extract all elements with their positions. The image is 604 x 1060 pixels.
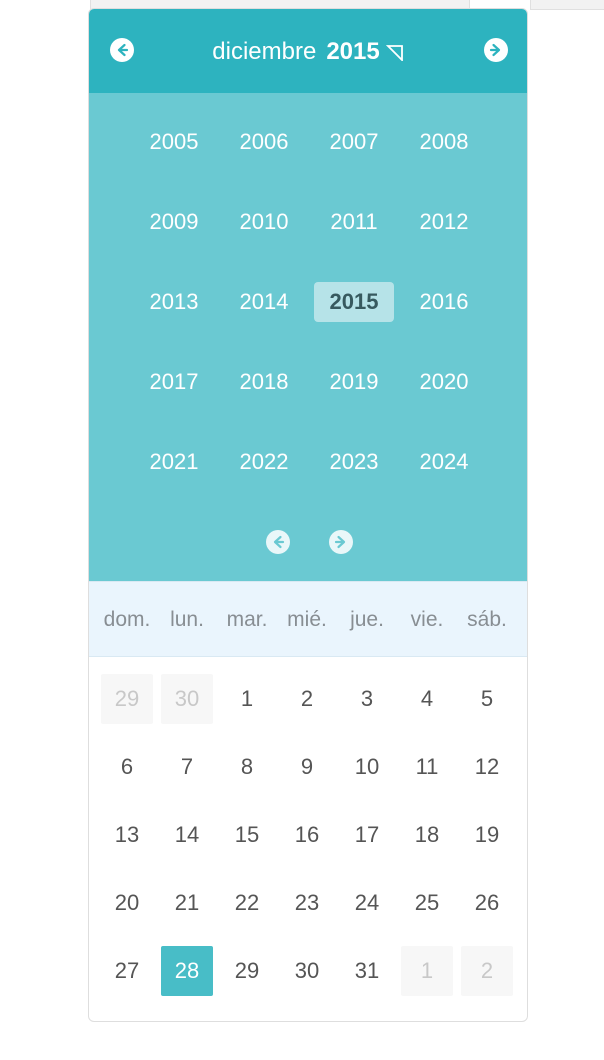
- day-cell[interactable]: 22: [221, 878, 273, 928]
- year-option[interactable]: 2005: [134, 122, 214, 162]
- year-option[interactable]: 2006: [224, 122, 304, 162]
- year-option[interactable]: 2022: [224, 442, 304, 482]
- weekday-label: mié.: [287, 608, 327, 631]
- next-decade-button[interactable]: [329, 530, 353, 554]
- day-cell[interactable]: 16: [281, 810, 333, 860]
- year-toggle-button[interactable]: 2015: [326, 38, 379, 65]
- day-cell[interactable]: 23: [281, 878, 333, 928]
- day-cell[interactable]: 14: [161, 810, 213, 860]
- year-option[interactable]: 2020: [404, 362, 484, 402]
- year-option[interactable]: 2023: [314, 442, 394, 482]
- day-cell[interactable]: 6: [101, 742, 153, 792]
- day-cell[interactable]: 8: [221, 742, 273, 792]
- year-option[interactable]: 2010: [224, 202, 304, 242]
- weekday-label: sáb.: [467, 608, 507, 631]
- day-cell-selected[interactable]: 28: [161, 946, 213, 996]
- year-option[interactable]: 2009: [134, 202, 214, 242]
- triangle-toggle-icon[interactable]: [385, 43, 404, 61]
- day-cell-outside-month[interactable]: 1: [401, 946, 453, 996]
- day-cell[interactable]: 7: [161, 742, 213, 792]
- day-cell[interactable]: 12: [461, 742, 513, 792]
- year-option[interactable]: 2007: [314, 122, 394, 162]
- day-cell[interactable]: 30: [281, 946, 333, 996]
- weekday-label: jue.: [350, 608, 384, 631]
- year-option[interactable]: 2021: [134, 442, 214, 482]
- day-cell[interactable]: 31: [341, 946, 393, 996]
- weekday-label: lun.: [170, 608, 204, 631]
- day-cell[interactable]: 11: [401, 742, 453, 792]
- day-cell-outside-month[interactable]: 30: [161, 674, 213, 724]
- arrow-left-circle-icon: [273, 535, 285, 549]
- day-cell[interactable]: 27: [101, 946, 153, 996]
- year-option[interactable]: 2017: [134, 362, 214, 402]
- day-cell[interactable]: 3: [341, 674, 393, 724]
- day-cell[interactable]: 9: [281, 742, 333, 792]
- year-option[interactable]: 2024: [404, 442, 484, 482]
- day-cell[interactable]: 19: [461, 810, 513, 860]
- day-grid: 29 30 1 2 3 4 5 6 7 8 9 10 11 12 13 14 15 16 17 18 19 20 21 22 2…: [89, 657, 527, 1021]
- year-option[interactable]: 2019: [314, 362, 394, 402]
- day-cell-outside-month[interactable]: 29: [101, 674, 153, 724]
- weekday-label: dom.: [103, 608, 151, 631]
- datepicker: diciembre 2015 2005 2006 2007 2008 2009 2010 20…: [88, 8, 528, 1022]
- day-cell[interactable]: 25: [401, 878, 453, 928]
- background-control: [530, 0, 604, 10]
- weekday-label: vie.: [410, 608, 444, 631]
- day-cell[interactable]: 1: [221, 674, 273, 724]
- day-cell[interactable]: 26: [461, 878, 513, 928]
- weekday-label: mar.: [226, 608, 268, 631]
- day-cell[interactable]: 20: [101, 878, 153, 928]
- day-cell[interactable]: 17: [341, 810, 393, 860]
- year-option[interactable]: 2011: [314, 202, 394, 242]
- year-option[interactable]: 2013: [134, 282, 214, 322]
- day-cell[interactable]: 21: [161, 878, 213, 928]
- year-option[interactable]: 2018: [224, 362, 304, 402]
- day-cell[interactable]: 4: [401, 674, 453, 724]
- year-option[interactable]: 2008: [404, 122, 484, 162]
- day-cell-outside-month[interactable]: 2: [461, 946, 513, 996]
- month-label: diciembre: [212, 38, 317, 65]
- arrow-right-circle-icon: [334, 535, 346, 549]
- day-cell[interactable]: 10: [341, 742, 393, 792]
- year-option[interactable]: 2016: [404, 282, 484, 322]
- year-option-selected[interactable]: 2015: [314, 282, 394, 322]
- day-cell[interactable]: 13: [101, 810, 153, 860]
- day-cell[interactable]: 2: [281, 674, 333, 724]
- weekday-header: dom. lun. mar. mié. jue. vie. sáb.: [89, 581, 527, 657]
- prev-decade-button[interactable]: [266, 530, 290, 554]
- month-year-title: diciembre 2015: [89, 37, 527, 67]
- datepicker-header: diciembre 2015: [89, 9, 527, 93]
- day-cell[interactable]: 29: [221, 946, 273, 996]
- arrow-right-circle-icon: [489, 43, 501, 57]
- day-cell[interactable]: 15: [221, 810, 273, 860]
- next-month-button[interactable]: [484, 38, 508, 62]
- day-cell[interactable]: 18: [401, 810, 453, 860]
- year-option[interactable]: 2012: [404, 202, 484, 242]
- year-selector-panel: 2005 2006 2007 2008 2009 2010 2011 2012 2013 2014…: [89, 93, 527, 581]
- day-cell[interactable]: 24: [341, 878, 393, 928]
- day-cell[interactable]: 5: [461, 674, 513, 724]
- year-option[interactable]: 2014: [224, 282, 304, 322]
